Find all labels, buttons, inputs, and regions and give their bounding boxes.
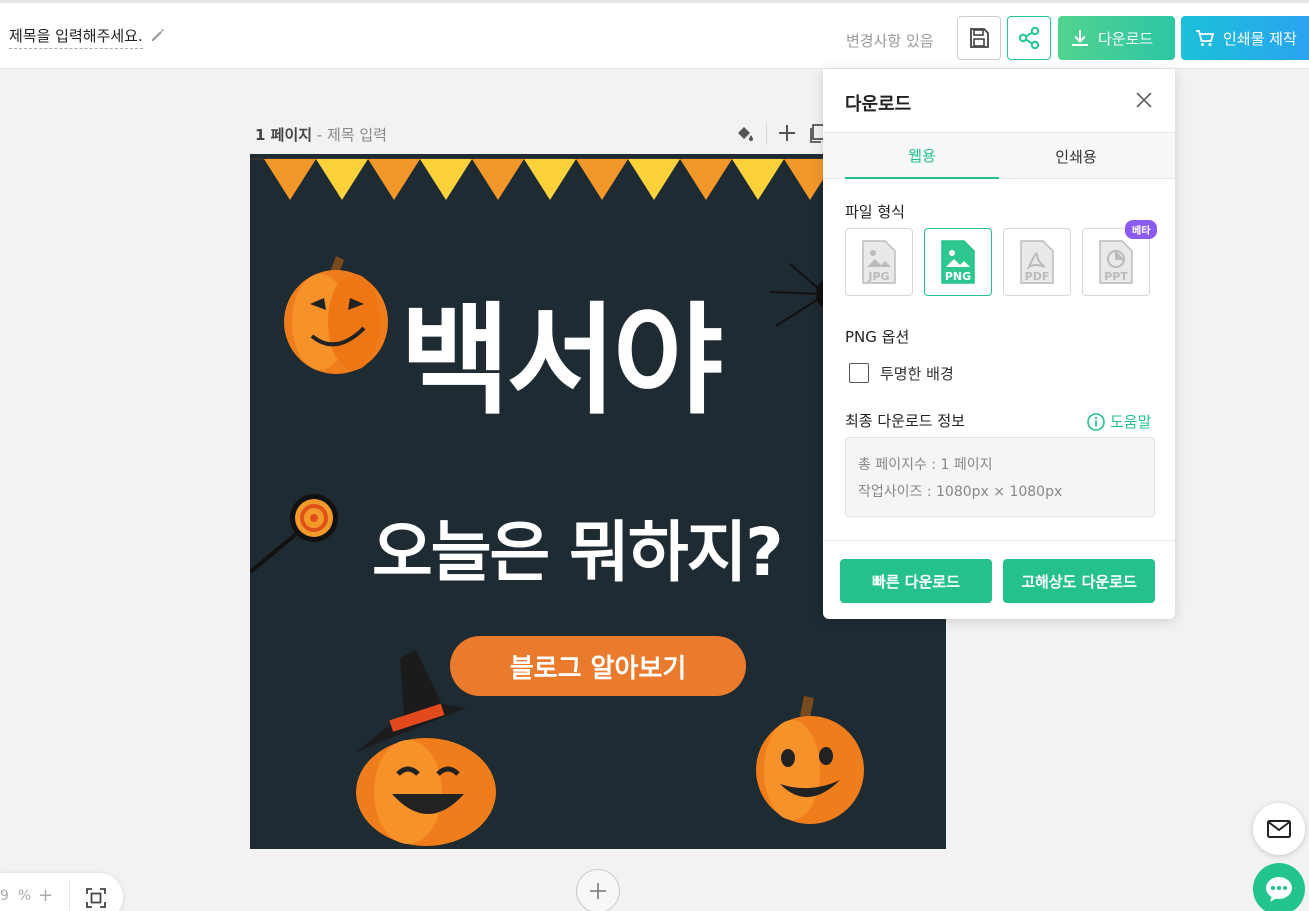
pencil-icon[interactable] xyxy=(150,27,166,43)
print-order-label: 인쇄물 제작 xyxy=(1223,29,1297,48)
final-info-label: 최종 다운로드 정보 xyxy=(845,412,965,430)
download-tabs: 웹용 인쇄용 xyxy=(823,132,1175,179)
quick-download-button[interactable]: 빠른 다운로드 xyxy=(840,559,992,603)
help-link[interactable]: 도움말 xyxy=(1087,411,1151,432)
jpg-file-icon: JPG xyxy=(862,240,896,284)
add-page-button[interactable] xyxy=(576,869,620,911)
download-panel: 다운로드 웹용 인쇄용 파일 형식 JPG PNG PDF PPT 베타 PNG… xyxy=(823,69,1175,619)
help-label: 도움말 xyxy=(1110,413,1152,431)
file-format-label: 파일 형식 xyxy=(845,203,905,221)
jpg-label: JPG xyxy=(867,270,889,283)
copy-icon[interactable] xyxy=(810,122,824,144)
changes-status: 변경사항 있음 xyxy=(846,32,934,50)
spider-icon xyxy=(770,263,830,327)
subline-text[interactable]: 오늘은 뭐하지? xyxy=(372,520,784,586)
mail-icon xyxy=(1267,820,1291,838)
zoom-divider xyxy=(69,881,70,911)
beta-badge: 베타 xyxy=(1125,220,1158,239)
info-total-pages: 총 페이지수 : 1 페이지 xyxy=(858,457,993,473)
plus-icon xyxy=(590,883,606,899)
mail-button[interactable] xyxy=(1253,803,1305,855)
chat-icon xyxy=(1266,877,1292,902)
lollipop-icon xyxy=(250,494,338,574)
pumpkin-smile-icon xyxy=(756,696,864,824)
download-panel-title: 다운로드 xyxy=(845,94,912,115)
document-title[interactable]: 제목을 입력해주세요. xyxy=(9,25,143,49)
ppt-label: PPT xyxy=(1104,270,1128,283)
download-icon xyxy=(1072,30,1088,46)
fit-screen-icon[interactable] xyxy=(86,888,106,908)
tab-web[interactable]: 웹용 xyxy=(845,133,999,179)
close-icon[interactable] xyxy=(1135,91,1153,109)
download-button-label: 다운로드 xyxy=(1098,29,1154,48)
zoom-in-button[interactable]: + xyxy=(38,885,53,906)
add-icon[interactable] xyxy=(776,122,798,144)
headline-text[interactable]: 백서야 xyxy=(400,302,723,422)
info-work-size: 작업사이즈 : 1080px × 1080px xyxy=(858,484,1063,500)
toolbar-divider xyxy=(766,123,767,145)
share-icon xyxy=(1018,26,1040,50)
png-options-label: PNG 옵션 xyxy=(845,328,910,346)
format-png-option[interactable]: PNG xyxy=(924,228,992,296)
hires-download-button[interactable]: 고해상도 다운로드 xyxy=(1003,559,1155,603)
pumpkin-witch-hat-icon xyxy=(356,650,496,846)
pumpkin-stitched-icon xyxy=(284,256,388,374)
page-label: 1 페이지 - 제목 입력 xyxy=(255,124,387,145)
panel-divider xyxy=(823,540,1175,541)
ppt-file-icon: PPT xyxy=(1099,240,1133,284)
transparent-bg-label[interactable]: 투명한 배경 xyxy=(880,363,954,384)
share-button[interactable] xyxy=(1007,16,1051,60)
page-title-input[interactable]: 제목 입력 xyxy=(327,126,387,144)
paint-bucket-icon[interactable] xyxy=(734,122,756,144)
top-bar: 제목을 입력해주세요. 변경사항 있음 다운로드 인쇄물 제작 xyxy=(0,0,1309,69)
page-number: 1 페이지 xyxy=(255,126,313,144)
zoom-control: 9 % + xyxy=(0,873,123,911)
zoom-unit: % xyxy=(17,888,32,904)
chat-button[interactable] xyxy=(1253,863,1305,911)
zoom-value[interactable]: 9 % xyxy=(0,888,31,904)
png-file-icon: PNG xyxy=(941,240,975,284)
download-button[interactable]: 다운로드 xyxy=(1058,16,1175,60)
cart-icon xyxy=(1196,30,1215,46)
print-order-button[interactable]: 인쇄물 제작 xyxy=(1181,16,1309,60)
save-icon xyxy=(970,28,989,48)
pdf-label: PDF xyxy=(1025,270,1050,283)
page-title-separator: - xyxy=(312,126,328,144)
format-pdf-option[interactable]: PDF xyxy=(1003,228,1071,296)
save-button[interactable] xyxy=(957,16,1001,60)
png-label: PNG xyxy=(945,270,971,283)
tab-print[interactable]: 인쇄용 xyxy=(999,133,1153,179)
zoom-number: 9 xyxy=(0,888,9,904)
format-jpg-option[interactable]: JPG xyxy=(845,228,913,296)
download-info-box: 총 페이지수 : 1 페이지 작업사이즈 : 1080px × 1080px xyxy=(845,437,1155,517)
pdf-file-icon: PDF xyxy=(1020,240,1054,284)
transparent-bg-checkbox[interactable] xyxy=(849,363,869,383)
info-icon xyxy=(1087,412,1105,431)
